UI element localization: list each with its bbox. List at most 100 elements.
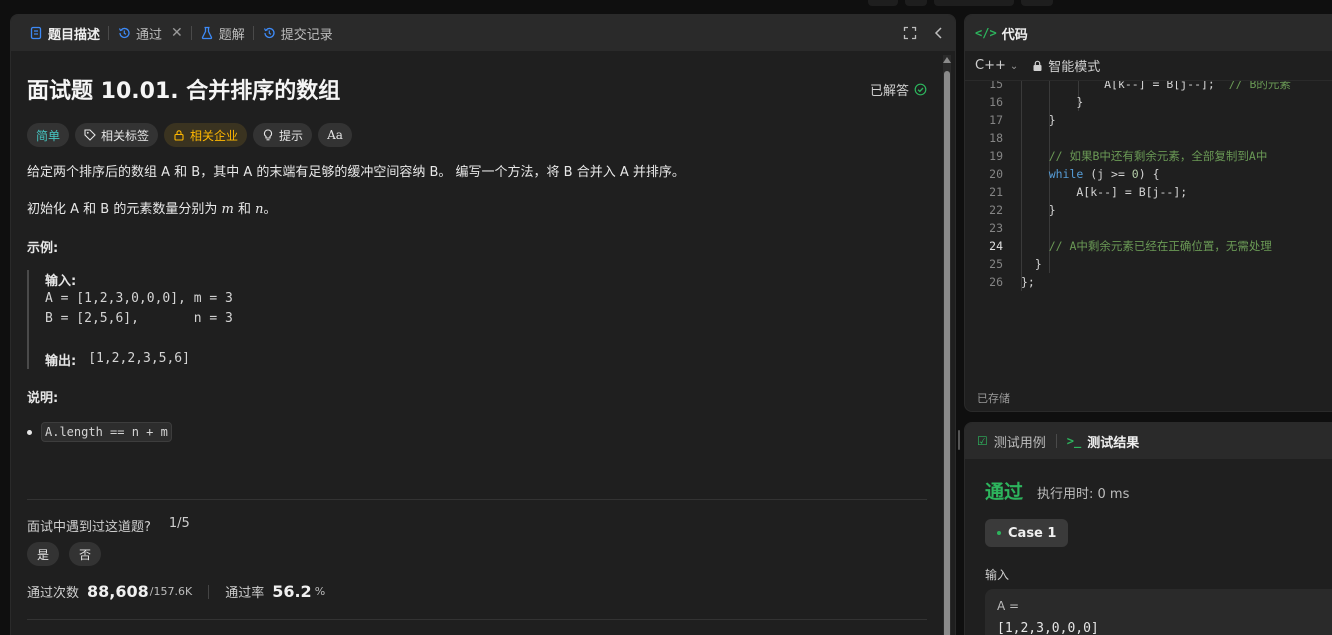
line-number: 20	[989, 167, 1003, 181]
top-strip	[0, 0, 1332, 8]
tab-testcases[interactable]: ☑ 测试用例	[977, 432, 1046, 451]
check-circle-icon	[914, 83, 927, 95]
code-editor[interactable]: 15 A[k--] = B[j--]; // B的元素 16 } 17 } 18 19 …	[965, 81, 1332, 381]
line-number: 17	[989, 113, 1003, 127]
translate-button[interactable]: Aa	[318, 123, 352, 147]
line-number: 26	[989, 275, 1003, 289]
scrollbar[interactable]	[943, 55, 951, 635]
problem-content: 面试题 10.01. 合并排序的数组 已解答 简单 相关标签 相关企业 提示 A…	[27, 73, 927, 442]
tag-icon	[84, 129, 96, 141]
code-text: // A中剩余元素已经在正确位置，无需处理	[1048, 239, 1272, 253]
text-span: 。	[263, 202, 277, 217]
chevron-down-icon: ⌄	[1009, 61, 1019, 72]
line-number: 25	[989, 257, 1003, 271]
description-paragraph: 给定两个排序后的数组 A 和 B，其中 A 的末端有足够的缓冲空间容纳 B。 编…	[27, 165, 685, 180]
no-button[interactable]: 否	[69, 542, 102, 566]
related-tags-button[interactable]: 相关标签	[75, 123, 159, 147]
tab-divider	[108, 26, 110, 40]
accepted-label: 通过次数	[27, 586, 80, 601]
tab-solutions[interactable]: 题解	[194, 15, 251, 51]
close-icon[interactable]: ✕	[171, 25, 183, 41]
panel-resize-handle[interactable]	[958, 430, 960, 450]
line-number: 23	[989, 221, 1003, 235]
related-companies-button[interactable]: 相关企业	[164, 123, 248, 147]
hint-button[interactable]: 提示	[253, 123, 313, 147]
code-text: }	[1021, 95, 1084, 109]
difficulty-label: 简单	[36, 128, 61, 143]
code-line[interactable]: 24 // A中剩余元素已经在正确位置，无需处理	[965, 237, 1332, 255]
line-number: 21	[989, 185, 1003, 199]
yes-button[interactable]: 是	[27, 542, 60, 566]
code-text: }	[1021, 257, 1042, 271]
code-line[interactable]: 25 }	[965, 255, 1332, 273]
lightbulb-icon	[263, 129, 273, 141]
flask-icon	[201, 26, 212, 40]
lock-icon	[174, 130, 184, 141]
code-line[interactable]: 15 A[k--] = B[j--]; // B的元素	[965, 81, 1332, 93]
scroll-up-arrow-icon[interactable]	[943, 57, 951, 63]
checkbox-icon: ☑	[977, 434, 988, 448]
scrollbar-thumb[interactable]	[944, 71, 950, 635]
code-icon: </>	[975, 26, 997, 40]
code-line[interactable]: 22 }	[965, 201, 1332, 219]
description-tabbar: 题目描述 通过 ✕ 题解 提交记录	[11, 15, 955, 51]
hint-label: 提示	[279, 128, 304, 143]
code-line[interactable]: 21 A[k--] = B[j--];	[965, 183, 1332, 201]
code-line[interactable]: 16 }	[965, 93, 1332, 111]
note-item: A.length == n + m	[27, 422, 927, 442]
tab-divider	[190, 26, 192, 40]
description-paragraph-2: 初始化 A 和 B 的元素数量分别为 m 和 n。	[27, 200, 927, 220]
text-span: 和	[233, 202, 256, 217]
top-control[interactable]	[905, 0, 927, 6]
fullscreen-icon[interactable]	[903, 26, 917, 40]
lock-icon	[1033, 60, 1042, 71]
interview-question: 面试中遇到过这道题? 1/5	[27, 516, 190, 535]
top-control[interactable]	[934, 0, 1014, 6]
pass-dot-icon	[997, 531, 1001, 535]
code-text: A[k--] = B[j--]; // B的元素	[1021, 81, 1291, 91]
interview-question-label: 面试中遇到过这道题?	[27, 520, 151, 535]
case-1-tab[interactable]: Case 1	[985, 519, 1069, 547]
acceptance-rate: 56.2	[272, 582, 312, 601]
tab-description[interactable]: 题目描述	[23, 15, 106, 51]
smart-mode-toggle[interactable]: 智能模式	[1032, 56, 1100, 75]
code-toolbar: C++ ⌄ 智能模式	[965, 51, 1332, 81]
history-icon	[263, 27, 275, 39]
tab-testresults[interactable]: >_ 测试结果	[1067, 432, 1139, 451]
example-input-line: A = [1,2,3,0,0,0], m = 3	[45, 291, 233, 306]
code-text: A[k--] = B[j--];	[1021, 185, 1188, 199]
code-line[interactable]: 18	[965, 129, 1332, 147]
language-select[interactable]: C++ ⌄	[975, 58, 1018, 73]
code-panel: </> 代码 C++ ⌄ 智能模式 15 A[k--] = B[j--]; // …	[964, 14, 1332, 412]
difficulty-tag[interactable]: 简单	[27, 123, 70, 147]
code-line[interactable]: 23	[965, 219, 1332, 237]
related-tags-label: 相关标签	[101, 128, 150, 143]
code-line[interactable]: 19 // 如果B中还有剩余元素，全部复制到A中	[965, 147, 1332, 165]
example-heading: 示例:	[27, 241, 59, 256]
code-header: </> 代码	[965, 15, 1332, 51]
smart-mode-label: 智能模式	[1048, 60, 1101, 75]
top-control[interactable]	[868, 0, 898, 6]
interview-answer: 是 否	[27, 542, 102, 566]
top-control[interactable]	[1021, 0, 1053, 6]
example-output: [1,2,2,3,5,6]	[88, 351, 190, 366]
chevron-left-icon[interactable]	[933, 26, 945, 40]
tab-submissions[interactable]: 提交记录	[256, 15, 339, 51]
code-text: // 如果B中还有剩余元素，全部复制到A中	[1048, 149, 1268, 163]
problem-description: 给定两个排序后的数组 A 和 B，其中 A 的末端有足够的缓冲空间容纳 B。 编…	[27, 163, 927, 442]
accepted-count: 88,608	[87, 582, 149, 601]
case-label: Case 1	[1008, 525, 1057, 541]
code-line[interactable]: 26};	[965, 273, 1332, 291]
note-heading: 说明:	[27, 391, 59, 406]
example-input-line: B = [2,5,6], n = 3	[45, 311, 233, 326]
language-label: C++	[975, 58, 1006, 73]
document-icon	[30, 26, 42, 40]
tab-description-label: 题目描述	[48, 27, 101, 43]
test-tabbar: ☑ 测试用例 >_ 测试结果	[965, 423, 1332, 459]
code-line[interactable]: 20 while (j >= 0) {	[965, 165, 1332, 183]
tab-solutions-label: 题解	[218, 27, 245, 43]
code-line[interactable]: 17 }	[965, 111, 1332, 129]
bullet	[27, 429, 32, 435]
tab-accepted[interactable]: 通过 ✕	[111, 15, 189, 51]
line-number: 16	[989, 95, 1003, 109]
